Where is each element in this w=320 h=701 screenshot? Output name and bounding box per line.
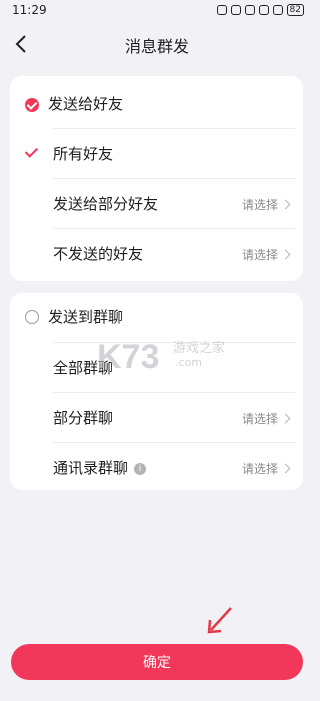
k73-watermark: K73 游戏之家 .com <box>97 338 225 376</box>
select-hint[interactable]: 请选择 <box>241 410 291 427</box>
partial-groups-label: 部分群聊 <box>53 409 114 427</box>
page-title: 消息群发 <box>124 37 189 56</box>
all-friends-option[interactable]: 所有好友 <box>10 129 303 179</box>
watermark-domain: .com <box>175 356 202 369</box>
partial-friends-label: 发送给部分好友 <box>53 195 159 213</box>
all-friends-label: 所有好友 <box>53 145 114 163</box>
status-bar: 11:29 82 <box>0 0 314 22</box>
alarm-icon <box>230 5 241 15</box>
send-to-groups-label: 发送到群聊 <box>48 308 124 326</box>
mute-icon <box>244 5 255 15</box>
radio-unchecked-icon[interactable] <box>25 310 39 324</box>
status-icons: 82 <box>216 4 304 16</box>
chevron-right-icon <box>280 199 291 210</box>
select-hint[interactable]: 请选择 <box>241 460 291 477</box>
groups-card: 发送到群聊 全部群聊 部分群聊 请选择 通讯录群聊 i 请选择 <box>10 293 303 490</box>
send-to-friends-option[interactable]: 发送给好友 <box>10 79 303 129</box>
partial-friends-option[interactable]: 发送给部分好友 请选择 <box>10 179 303 229</box>
send-to-friends-label: 发送给好友 <box>48 95 124 113</box>
navigation-bar: 消息群发 <box>0 22 314 66</box>
excluded-friends-option[interactable]: 不发送的好友 请选择 <box>10 229 303 279</box>
select-hint-text: 请选择 <box>241 412 278 426</box>
confirm-button[interactable]: 确定 <box>11 644 303 680</box>
hd-icon <box>258 5 269 15</box>
signal-icon <box>272 5 283 15</box>
pointer-arrow-icon <box>207 607 232 634</box>
contact-groups-label: 通讯录群聊 i <box>53 457 147 478</box>
select-hint[interactable]: 请选择 <box>241 246 291 263</box>
watermark-brand: K73 <box>97 338 159 376</box>
select-hint[interactable]: 请选择 <box>241 196 291 213</box>
contact-groups-text: 通讯录群聊 <box>53 459 129 477</box>
select-hint-text: 请选择 <box>241 462 278 476</box>
status-time: 11:29 <box>12 3 47 17</box>
select-hint-text: 请选择 <box>241 248 278 262</box>
headphones-icon <box>216 5 227 15</box>
battery-icon: 82 <box>286 4 304 16</box>
chevron-right-icon <box>280 463 291 474</box>
select-hint-text: 请选择 <box>241 198 278 212</box>
chevron-right-icon <box>280 413 291 424</box>
info-icon[interactable]: i <box>134 463 147 475</box>
friends-card: 发送给好友 所有好友 发送给部分好友 请选择 不发送的好友 请选择 <box>10 76 303 281</box>
partial-groups-option[interactable]: 部分群聊 请选择 <box>10 393 303 443</box>
checkmark-icon <box>26 145 36 159</box>
contact-groups-option[interactable]: 通讯录群聊 i 请选择 <box>10 443 303 493</box>
radio-checked-icon[interactable] <box>25 98 39 112</box>
watermark-tagline: 游戏之家 <box>173 340 225 356</box>
excluded-friends-label: 不发送的好友 <box>53 245 144 263</box>
chevron-right-icon <box>280 249 291 260</box>
